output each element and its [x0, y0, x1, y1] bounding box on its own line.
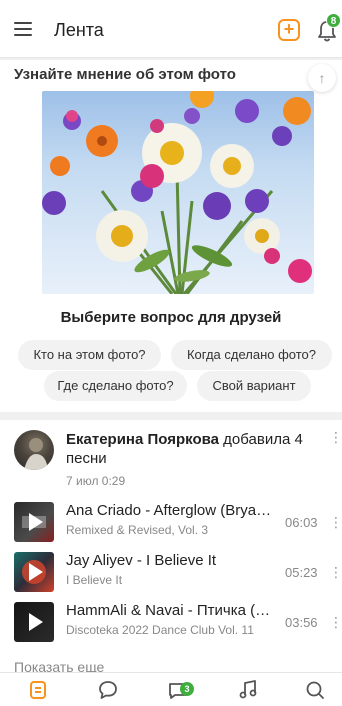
- add-post-button[interactable]: +: [278, 19, 300, 41]
- flower-photo[interactable]: [42, 91, 314, 294]
- poll-question: Выберите вопрос для друзей: [60, 309, 282, 326]
- post-more-icon[interactable]: ⋮: [329, 429, 342, 445]
- notification-badge: 8: [326, 13, 341, 28]
- track-cover: [14, 552, 54, 592]
- top-bar: Лента + 8: [0, 0, 342, 58]
- poll-option-where[interactable]: Где сделано фото?: [44, 371, 187, 401]
- poll-option-who[interactable]: Кто на этом фото?: [18, 340, 161, 370]
- track-duration: 06:03: [285, 515, 318, 530]
- play-icon: [22, 560, 46, 584]
- scroll-up-button[interactable]: ↑: [308, 64, 336, 92]
- track-more-icon[interactable]: ⋮: [329, 514, 342, 530]
- track-duration: 05:23: [285, 565, 318, 580]
- poll-card-title: Узнайте мнение об этом фото: [14, 66, 236, 83]
- bottom-nav: [0, 672, 342, 706]
- track-album: Discoteka 2022 Dance Club Vol. 11: [66, 623, 254, 637]
- post-description: Екатерина Пояркова добавила 4 песни: [66, 430, 316, 468]
- track-cover: [14, 602, 54, 642]
- track-cover: [14, 502, 54, 542]
- track-row[interactable]: Ana Criado - Afterglow (Bryan Kearney Re…: [0, 500, 342, 546]
- post-author[interactable]: Екатерина Пояркова: [66, 431, 219, 448]
- flower-bouquet-image: [42, 91, 312, 294]
- avatar[interactable]: [14, 430, 54, 470]
- post-date: 7 июл 0:29: [66, 474, 126, 488]
- play-icon: [22, 513, 46, 531]
- discussions-icon[interactable]: [96, 678, 120, 702]
- hamburger-menu-icon[interactable]: [14, 22, 32, 36]
- track-more-icon[interactable]: ⋮: [329, 564, 342, 580]
- page-title: Лента: [54, 20, 104, 40]
- track-more-icon[interactable]: ⋮: [329, 614, 342, 630]
- track-album: Remixed & Revised, Vol. 3: [66, 523, 209, 537]
- track-title: HammAli & Navai - Птичка (Remix): [66, 602, 276, 619]
- track-album: I Believe It: [66, 573, 123, 587]
- music-post-card: Екатерина Пояркова добавила 4 песни 7 ию…: [0, 420, 342, 675]
- track-title: Ana Criado - Afterglow (Bryan Kearney Re…: [66, 502, 276, 519]
- track-row[interactable]: HammAli & Navai - Птичка (Remix) Discote…: [0, 600, 342, 646]
- track-duration: 03:56: [285, 615, 318, 630]
- music-icon[interactable]: [236, 678, 260, 702]
- poll-option-when[interactable]: Когда сделано фото?: [171, 340, 332, 370]
- photo-poll-card: Узнайте мнение об этом фото ↑ Выберите в…: [0, 60, 342, 412]
- feed-icon[interactable]: [26, 678, 50, 702]
- track-row[interactable]: Jay Aliyev - I Believe It I Believe It 0…: [0, 550, 342, 596]
- search-icon[interactable]: [303, 678, 327, 702]
- poll-option-custom[interactable]: Свой вариант: [197, 371, 311, 401]
- messages-badge: 3: [180, 682, 194, 696]
- track-title: Jay Aliyev - I Believe It: [66, 552, 217, 569]
- play-icon: [29, 613, 43, 631]
- user-photo-icon: [24, 438, 48, 470]
